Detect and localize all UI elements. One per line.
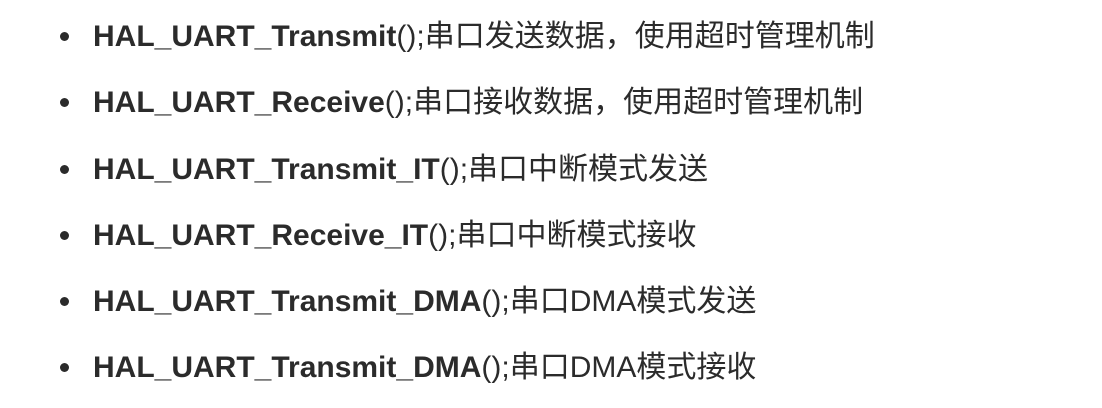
list-item: HAL_UART_Receive();串口接收数据，使用超时管理机制 bbox=[56, 66, 875, 132]
api-function-list: HAL_UART_Transmit();串口发送数据，使用超时管理机制 HAL_… bbox=[56, 0, 875, 398]
function-description: ();串口中断模式发送 bbox=[439, 152, 709, 186]
function-name: HAL_UART_Transmit_DMA bbox=[93, 351, 482, 385]
document-page: HAL_UART_Transmit();串口发送数据，使用超时管理机制 HAL_… bbox=[0, 0, 1102, 408]
function-name: HAL_UART_Transmit_DMA bbox=[93, 285, 482, 319]
list-item: HAL_UART_Transmit_DMA();串口DMA模式发送 bbox=[56, 265, 875, 331]
bullet-icon bbox=[60, 363, 69, 373]
list-item: HAL_UART_Receive_IT();串口中断模式接收 bbox=[56, 199, 875, 265]
function-description: ();串口发送数据，使用超时管理机制 bbox=[396, 20, 875, 53]
function-name: HAL_UART_Transmit bbox=[93, 20, 397, 53]
function-name: HAL_UART_Receive_IT bbox=[93, 218, 429, 252]
bullet-icon bbox=[60, 297, 69, 307]
function-description: ();串口DMA模式发送 bbox=[481, 285, 757, 319]
list-item: HAL_UART_Transmit_IT();串口中断模式发送 bbox=[56, 133, 875, 199]
function-description: ();串口接收数据，使用超时管理机制 bbox=[384, 86, 864, 120]
function-name: HAL_UART_Transmit_IT bbox=[93, 152, 440, 186]
function-description: ();串口DMA模式接收 bbox=[481, 351, 757, 385]
list-item: HAL_UART_Transmit_DMA();串口DMA模式接收 bbox=[56, 331, 875, 397]
bullet-icon bbox=[60, 32, 69, 41]
bullet-icon bbox=[60, 164, 69, 174]
list-item: HAL_UART_Transmit();串口发送数据，使用超时管理机制 bbox=[56, 0, 875, 66]
bullet-icon bbox=[60, 98, 69, 108]
function-name: HAL_UART_Receive bbox=[93, 86, 385, 120]
function-description: ();串口中断模式接收 bbox=[428, 218, 697, 252]
bullet-icon bbox=[60, 230, 69, 240]
